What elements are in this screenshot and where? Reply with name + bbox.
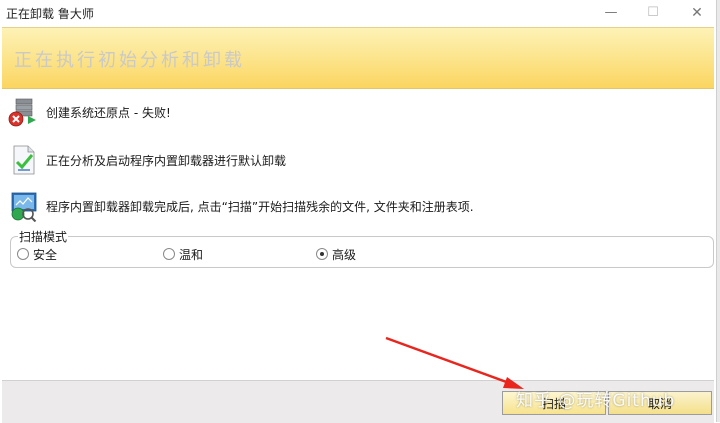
- scan-mode-group: 扫描模式 安全 温和 高级: [10, 228, 714, 268]
- scan-mode-label: 扫描模式: [18, 228, 69, 245]
- radio-label[interactable]: 高级: [332, 246, 356, 263]
- radio-label[interactable]: 安全: [33, 246, 57, 263]
- header-banner: 正在执行初始分析和卸载: [2, 27, 714, 89]
- close-button[interactable]: ✕: [682, 3, 712, 23]
- radio-dot-selected[interactable]: [316, 248, 328, 260]
- radio-label[interactable]: 温和: [179, 246, 203, 263]
- radio-dot[interactable]: [163, 248, 175, 260]
- minimize-button[interactable]: —: [596, 3, 626, 23]
- document-check-icon: [8, 144, 40, 176]
- uninstaller-window: 正在卸载 鲁大师 — ☐ ✕ 正在执行初始分析和卸载 创建系统还原点 - 失败!: [0, 0, 716, 423]
- page-title: 正在执行初始分析和卸载: [14, 50, 245, 71]
- radio-dot[interactable]: [17, 248, 29, 260]
- maximize-button[interactable]: ☐: [638, 3, 668, 23]
- watermark: 知乎 @玩转Github: [516, 391, 676, 411]
- scan-monitor-icon: [8, 190, 40, 223]
- step-text: 创建系统还原点 - 失败!: [46, 106, 171, 120]
- title-bar[interactable]: 正在卸载 鲁大师 — ☐ ✕: [0, 0, 716, 26]
- step-text: 程序内置卸载器卸载完成后, 点击“扫描”开始扫描残余的文件, 文件夹和注册表项.: [46, 200, 474, 214]
- window-title: 正在卸载 鲁大师: [6, 7, 94, 21]
- step-text: 正在分析及启动程序内置卸载器进行默认卸载: [46, 154, 287, 168]
- background-window-edge: [716, 0, 720, 422]
- restore-point-failed-icon: [8, 96, 40, 128]
